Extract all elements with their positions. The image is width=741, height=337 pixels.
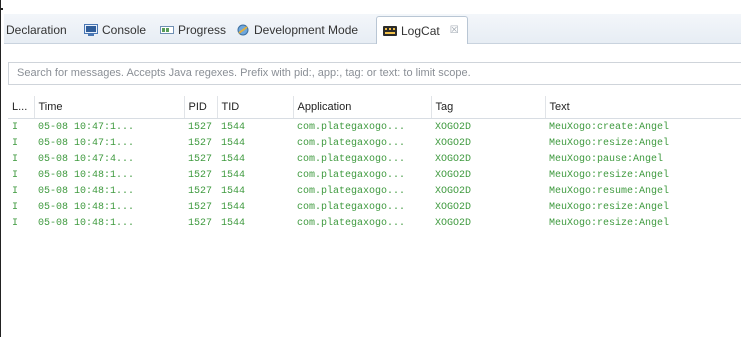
cell-tag: XOGO2D — [435, 169, 472, 181]
cell-text: MeuXogo:resize:Angel — [549, 169, 670, 181]
view-tab-bar: Declaration Console Progress Development… — [4, 14, 741, 44]
cell-application: com.plategaxogo... — [297, 201, 406, 213]
cell-text: MeuXogo:resize:Angel — [549, 201, 670, 213]
cell-level: I — [12, 217, 19, 229]
tab-label: Progress — [178, 22, 227, 37]
tab-label: Development Mode — [254, 22, 359, 37]
cell-tag: XOGO2D — [435, 121, 472, 133]
logcat-icon — [383, 25, 397, 37]
cell-pid: 1527 — [188, 185, 213, 197]
table-row[interactable]: I 05-08 10:47:1... 1527 1544 com.platega… — [8, 135, 741, 151]
column-header-text[interactable]: Text — [545, 96, 741, 119]
table-row[interactable]: I 05-08 10:47:1... 1527 1544 com.platega… — [8, 119, 741, 136]
cell-time: 05-08 10:48:1... — [38, 201, 135, 213]
cell-application: com.plategaxogo... — [297, 185, 406, 197]
cell-time: 05-08 10:48:1... — [38, 169, 135, 181]
cell-tid: 1544 — [221, 121, 246, 133]
cell-time: 05-08 10:47:1... — [38, 121, 135, 133]
table-row[interactable]: I 05-08 10:48:1... 1527 1544 com.platega… — [8, 199, 741, 215]
cell-application: com.plategaxogo... — [297, 153, 406, 165]
cell-level: I — [12, 201, 19, 213]
column-header-application[interactable]: Application — [293, 96, 432, 119]
cell-tid: 1544 — [221, 201, 246, 213]
logcat-table: L... Time PID TID Application Tag Text I… — [8, 96, 741, 231]
cell-level: I — [12, 169, 19, 181]
cell-tid: 1544 — [221, 153, 246, 165]
tab-label: Declaration — [6, 22, 67, 37]
console-icon — [84, 23, 98, 36]
cell-text: MeuXogo:create:Angel — [549, 121, 670, 133]
cell-text: MeuXogo:pause:Angel — [549, 153, 664, 165]
table-row[interactable]: I 05-08 10:47:4... 1527 1544 com.platega… — [8, 151, 741, 167]
table-row[interactable]: I 05-08 10:48:1... 1527 1544 com.platega… — [8, 167, 741, 183]
cell-application: com.plategaxogo... — [297, 217, 406, 229]
window-edge-marker — [0, 8, 3, 10]
cell-level: I — [12, 121, 19, 133]
cell-pid: 1527 — [188, 121, 213, 133]
cell-time: 05-08 10:48:1... — [38, 185, 135, 197]
cell-tag: XOGO2D — [435, 201, 472, 213]
table-header-row: L... Time PID TID Application Tag Text — [8, 96, 741, 119]
tab-declaration[interactable]: Declaration — [6, 16, 67, 43]
cell-pid: 1527 — [188, 169, 213, 181]
cell-tid: 1544 — [221, 217, 246, 229]
cell-tag: XOGO2D — [435, 217, 472, 229]
column-header-time[interactable]: Time — [34, 96, 185, 119]
cell-application: com.plategaxogo... — [297, 121, 406, 133]
cell-level: I — [12, 137, 19, 149]
cell-tid: 1544 — [221, 137, 246, 149]
column-header-level[interactable]: L... — [8, 96, 35, 119]
development-mode-icon — [236, 24, 250, 36]
cell-pid: 1527 — [188, 217, 213, 229]
search-input[interactable]: Search for messages. Accepts Java regexe… — [8, 62, 741, 85]
cell-text: MeuXogo:resize:Angel — [549, 217, 670, 229]
table-row[interactable]: I 05-08 10:48:1... 1527 1544 com.platega… — [8, 183, 741, 199]
cell-tag: XOGO2D — [435, 137, 472, 149]
cell-text: MeuXogo:resume:Angel — [549, 185, 670, 197]
cell-application: com.plategaxogo... — [297, 137, 406, 149]
cell-text: MeuXogo:resize:Angel — [549, 137, 670, 149]
cell-level: I — [12, 185, 19, 197]
tab-label: Console — [102, 22, 147, 37]
tab-console[interactable]: Console — [84, 16, 146, 43]
cell-tid: 1544 — [221, 185, 246, 197]
cell-level: I — [12, 153, 19, 165]
tab-logcat[interactable]: LogCat ☒ — [376, 16, 468, 44]
close-tab-icon[interactable]: ☒ — [450, 25, 459, 36]
cell-time: 05-08 10:47:1... — [38, 137, 135, 149]
column-header-pid[interactable]: PID — [184, 96, 218, 119]
cell-time: 05-08 10:48:1... — [38, 217, 135, 229]
cell-tag: XOGO2D — [435, 185, 472, 197]
cell-pid: 1527 — [188, 201, 213, 213]
progress-icon — [160, 24, 174, 36]
window-left-border — [0, 0, 1, 337]
column-header-tag[interactable]: Tag — [431, 96, 546, 119]
cell-pid: 1527 — [188, 153, 213, 165]
table-row[interactable]: I 05-08 10:48:1... 1527 1544 com.platega… — [8, 215, 741, 231]
tab-label: LogCat — [401, 23, 440, 38]
cell-tag: XOGO2D — [435, 153, 472, 165]
column-header-tid[interactable]: TID — [217, 96, 294, 119]
cell-pid: 1527 — [188, 137, 213, 149]
tab-development-mode[interactable]: Development Mode — [236, 16, 358, 43]
cell-application: com.plategaxogo... — [297, 169, 406, 181]
cell-tid: 1544 — [221, 169, 246, 181]
tab-progress[interactable]: Progress — [160, 16, 226, 43]
cell-time: 05-08 10:47:4... — [38, 153, 135, 165]
